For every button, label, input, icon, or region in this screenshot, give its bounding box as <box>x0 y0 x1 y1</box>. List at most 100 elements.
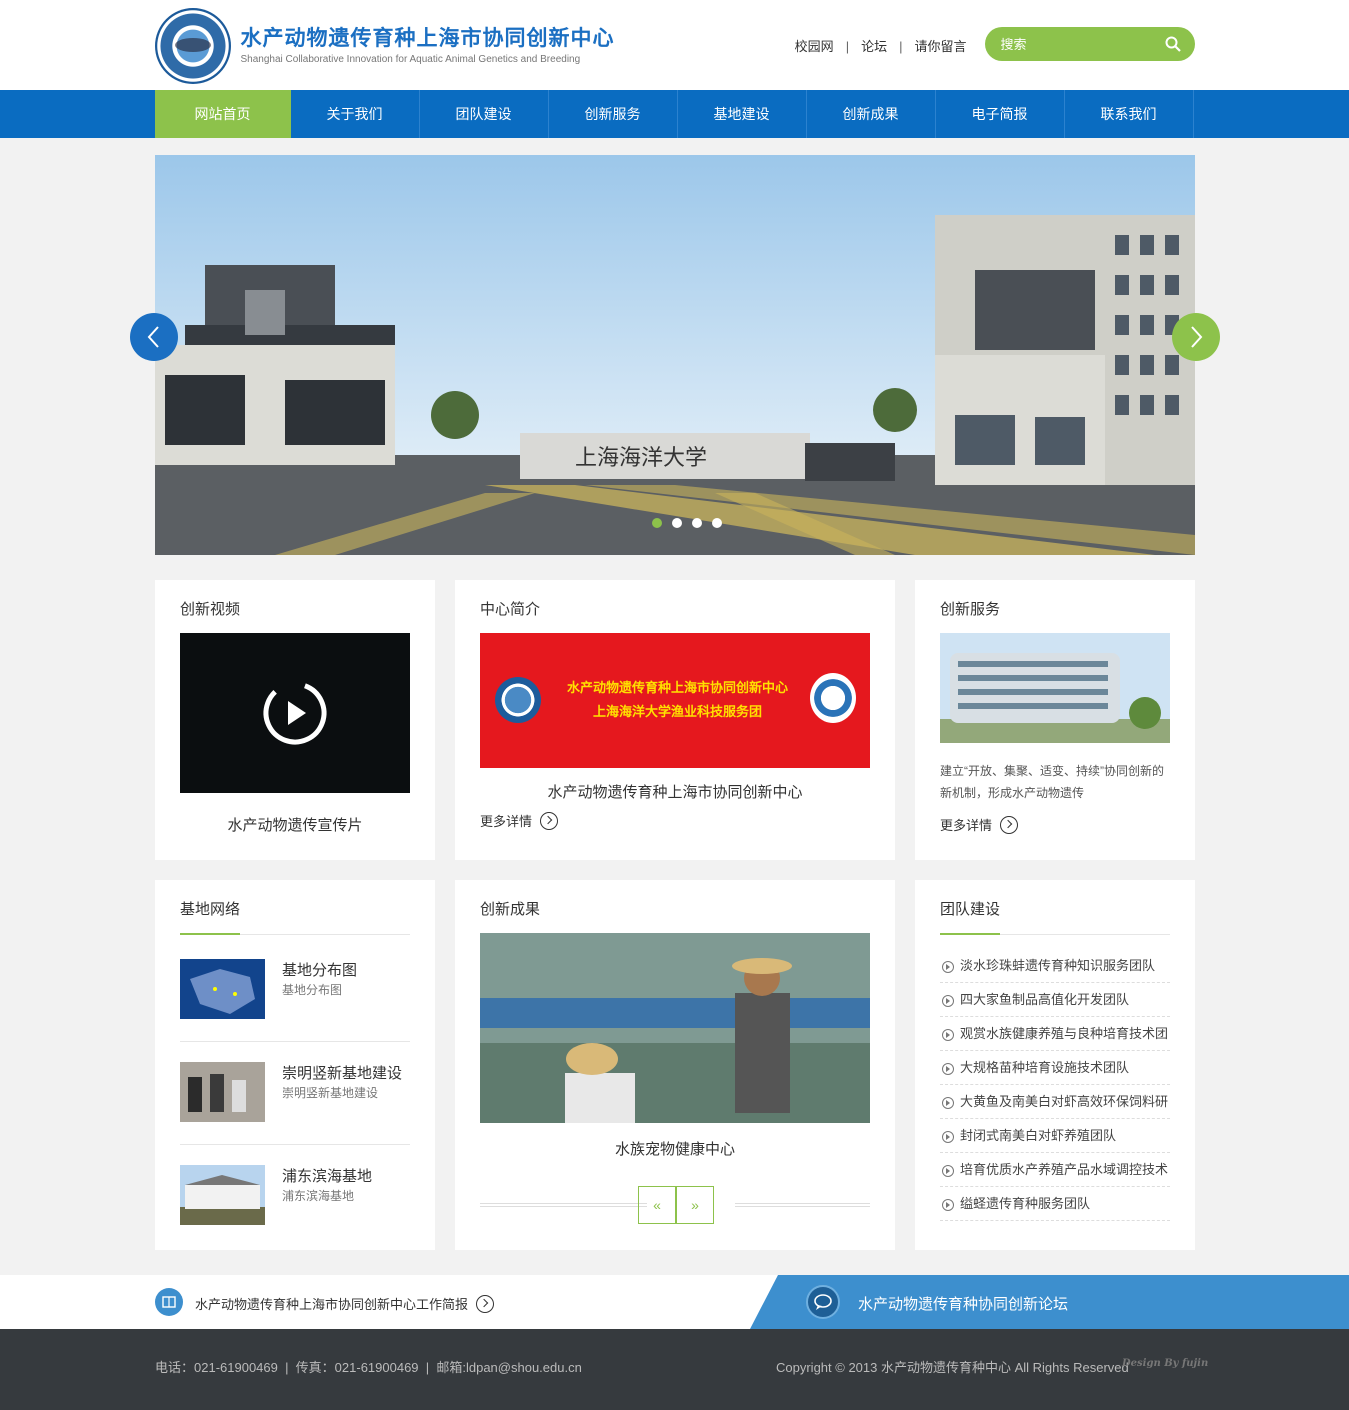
title-underline <box>940 933 1170 935</box>
base-item-title: 基地分布图 <box>282 962 358 979</box>
report-label: 水产动物遗传育种上海市协同创新中心工作简报 <box>195 1297 469 1312</box>
panel-title: 创新视频 <box>180 601 241 618</box>
nav-home[interactable]: 网站首页 <box>154 90 291 138</box>
site-footer: 电话：021-61900469 | 传真：021-61900469 | 邮箱:l… <box>0 1329 1349 1410</box>
play-icon <box>263 681 327 745</box>
base-item-subtitle: 崇明竖新基地建设 <box>282 1086 379 1100</box>
main-nav: 网站首页 关于我们 团队建设 创新服务 基地建设 创新成果 电子简报 联系我们 <box>0 90 1349 138</box>
top-links: 校园网 | 论坛 | 请你留言 <box>795 36 967 55</box>
arrow-right-icon <box>540 811 559 830</box>
site-title[interactable]: 水产动物遗传育种上海市协同创新中心 <box>241 22 615 52</box>
panel-title: 基地网络 <box>180 901 241 918</box>
intro-more-link[interactable]: 更多详情 <box>480 811 559 830</box>
team-list-item[interactable]: 大黄鱼及南美白对虾高效环保饲料研 <box>940 1085 1170 1119</box>
panel-title: 创新服务 <box>940 601 1001 618</box>
banner-dot-3[interactable] <box>692 518 702 528</box>
university-emblem <box>810 673 856 723</box>
results-pager: « » <box>638 1186 714 1224</box>
top-link-forum[interactable]: 论坛 <box>861 39 887 54</box>
banner-prev-button[interactable] <box>130 313 178 361</box>
nav-service[interactable]: 创新服务 <box>549 90 678 138</box>
divider <box>180 1144 410 1145</box>
base-item-subtitle: 基地分布图 <box>282 983 343 997</box>
prev-button[interactable]: « <box>638 1186 676 1224</box>
site-subtitle: Shanghai Collaborative Innovation for Aq… <box>240 54 581 65</box>
gate-inscription: 上海海洋大学 <box>575 446 707 471</box>
intro-caption[interactable]: 水产动物遗传育种上海市协同创新中心 <box>455 781 895 802</box>
list-item[interactable]: 崇明竖新基地建设 崇明竖新基地建设 <box>180 1062 410 1122</box>
base-map-thumbnail <box>180 959 265 1019</box>
results-caption[interactable]: 水族宠物健康中心 <box>455 1138 895 1159</box>
banner-pagination <box>652 518 722 528</box>
banner-dot-4[interactable] <box>712 518 722 528</box>
team-list-item[interactable]: 大规格苗种培育设施技术团队 <box>940 1051 1170 1085</box>
team-list-item[interactable]: 四大家鱼制品高值化开发团队 <box>940 983 1170 1017</box>
panel-title: 中心简介 <box>480 601 541 618</box>
team-list-item[interactable]: 缢蛏遗传育种服务团队 <box>940 1187 1170 1221</box>
report-link[interactable]: 水产动物遗传育种上海市协同创新中心工作简报 <box>195 1294 495 1313</box>
results-photo[interactable] <box>480 933 870 1123</box>
title-underline <box>180 933 410 935</box>
base-item-subtitle: 浦东滨海基地 <box>282 1189 355 1203</box>
chat-icon <box>806 1285 840 1319</box>
next-button[interactable]: » <box>676 1186 714 1224</box>
more-label: 更多详情 <box>940 818 993 833</box>
team-list-item[interactable]: 培育优质水产养殖产品水域调控技术 <box>940 1153 1170 1187</box>
base-item-title: 浦东滨海基地 <box>282 1168 373 1185</box>
forum-title: 水产动物遗传育种协同创新论坛 <box>858 1296 1069 1313</box>
intro-banner-line1: 水产动物遗传育种上海市协同创新中心 <box>566 681 788 696</box>
chevron-left-icon <box>147 326 159 348</box>
team-list-item[interactable]: 封闭式南美白对虾养殖团队 <box>940 1119 1170 1153</box>
chevron-right-icon <box>1191 326 1203 348</box>
panel-title: 团队建设 <box>940 901 1001 918</box>
nav-newsletter[interactable]: 电子简报 <box>936 90 1065 138</box>
fish-emblem <box>174 38 211 52</box>
intro-banner-line2: 上海海洋大学渔业科技服务团 <box>592 705 762 720</box>
search-icon[interactable] <box>1165 36 1181 52</box>
team-list-item[interactable]: 淡水珍珠蚌遗传育种知识服务团队 <box>940 949 1170 983</box>
service-more-link[interactable]: 更多详情 <box>940 815 1019 834</box>
campus-gate-photo: 上海海洋大学 <box>155 155 1195 555</box>
nav-team[interactable]: 团队建设 <box>420 90 549 138</box>
book-icon <box>155 1288 183 1316</box>
divider <box>735 1203 870 1207</box>
video-caption[interactable]: 水产动物遗传宣传片 <box>155 814 435 835</box>
divider <box>180 1041 410 1042</box>
service-description: 建立“开放、集聚、适变、持续”协同创新的新机制，形成水产动物遗传 <box>940 764 1164 800</box>
arrow-right-icon <box>1000 815 1019 834</box>
banner-dot-1[interactable] <box>652 518 662 528</box>
divider: | <box>845 39 850 54</box>
divider <box>480 1203 647 1207</box>
nav-base[interactable]: 基地建设 <box>678 90 807 138</box>
team-list-item[interactable]: 观赏水族健康养殖与良种培育技术团 <box>940 1017 1170 1051</box>
list-item[interactable]: 浦东滨海基地 浦东滨海基地 <box>180 1165 410 1225</box>
list-item[interactable]: 基地分布图 基地分布图 <box>180 959 410 1019</box>
copyright: Copyright © 2013 水产动物遗传育种中心 All Rights R… <box>776 1360 1129 1375</box>
panel-title: 创新成果 <box>480 901 541 918</box>
more-label: 更多详情 <box>480 814 533 829</box>
site-logo[interactable] <box>154 8 231 84</box>
intro-panel: 中心简介 水产动物遗传育种上海市协同创新中心 上海海洋大学渔业科技服务团 水产动… <box>455 580 895 860</box>
nav-results[interactable]: 创新成果 <box>807 90 936 138</box>
intro-banner-image[interactable]: 水产动物遗传育种上海市协同创新中心 上海海洋大学渔业科技服务团 <box>480 633 870 768</box>
center-emblem <box>495 677 541 723</box>
top-link-campus[interactable]: 校园网 <box>795 39 834 54</box>
divider: | <box>899 39 903 54</box>
site-header: 水产动物遗传育种上海市协同创新中心 Shanghai Collaborative… <box>0 0 1349 90</box>
top-link-message[interactable]: 请你留言 <box>914 39 966 54</box>
service-building-photo[interactable] <box>940 633 1170 743</box>
hero-banner[interactable]: 上海海洋大学 <box>155 155 1195 555</box>
nav-contact[interactable]: 联系我们 <box>1065 90 1194 138</box>
base-panel: 基地网络 基地分布图 基地分布图 崇明竖新基地建设 崇明竖新基地建设 浦东滨海基… <box>155 880 435 1250</box>
team-panel: 团队建设 淡水珍珠蚌遗传育种知识服务团队 四大家鱼制品高值化开发团队 观赏水族健… <box>915 880 1195 1250</box>
banner-dot-2[interactable] <box>672 518 682 528</box>
banner-next-button[interactable] <box>1172 313 1220 361</box>
base-building-thumbnail <box>180 1165 265 1225</box>
video-player[interactable] <box>180 633 410 793</box>
base-item-title: 崇明竖新基地建设 <box>282 1065 403 1082</box>
nav-about[interactable]: 关于我们 <box>291 90 420 138</box>
arrow-right-icon <box>476 1294 495 1313</box>
service-panel: 创新服务 建立“开放、集聚、适变、持续”协同创新的新机制，形成水产动物遗传 更多… <box>915 580 1195 860</box>
forum-banner[interactable]: 水产动物遗传育种协同创新论坛 <box>750 1275 1349 1329</box>
search-input[interactable] <box>984 27 1145 61</box>
